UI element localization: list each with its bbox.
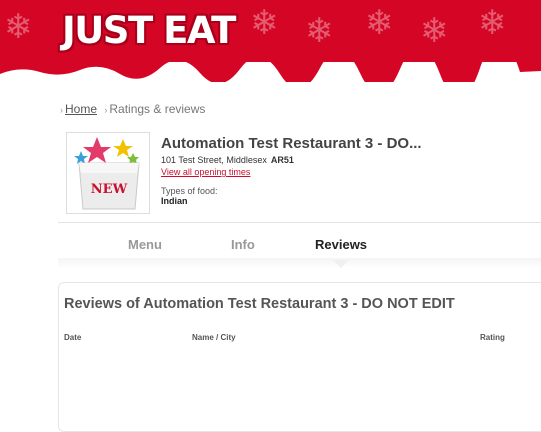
- active-tab-pointer: [333, 260, 349, 268]
- restaurant-address: 101 Test Street, Middlesex AR51: [161, 155, 294, 165]
- column-header-name-city: Name / City: [192, 333, 236, 342]
- tab-info[interactable]: Info: [231, 237, 255, 252]
- breadcrumb-current: Ratings & reviews: [109, 102, 206, 116]
- snowflake-icon: ❄: [478, 4, 507, 42]
- column-header-rating: Rating: [480, 333, 505, 342]
- site-header: ❄ ❄ ❄ ❄ ❄ ❄ JUST EAT: [0, 0, 541, 82]
- tab-menu[interactable]: Menu: [128, 237, 162, 252]
- tab-reviews[interactable]: Reviews: [315, 237, 367, 252]
- new-bag-icon: NEW: [74, 137, 140, 210]
- restaurant-name: Automation Test Restaurant 3 - DO...: [161, 135, 422, 152]
- logo-text: JUST EAT: [62, 8, 236, 52]
- snowflake-icon: ❄: [305, 12, 334, 50]
- breadcrumb-home-link[interactable]: Home: [65, 102, 97, 116]
- breadcrumb: › Home › Ratings & reviews: [60, 102, 205, 116]
- restaurant-image: NEW: [66, 132, 150, 214]
- snowflake-icon: ❄: [250, 4, 279, 42]
- breadcrumb-separator-icon: ›: [60, 105, 63, 115]
- snowflake-icon: ❄: [420, 12, 449, 50]
- postcode: AR51: [270, 155, 294, 165]
- tab-bar: Menu Info Reviews: [58, 222, 541, 268]
- food-types-label: Types of food:: [161, 186, 218, 196]
- opening-times-link[interactable]: View all opening times: [161, 167, 250, 177]
- snow-drift: [0, 62, 541, 82]
- food-types-value: Indian: [161, 196, 188, 206]
- snowflake-icon: ❄: [4, 8, 33, 46]
- breadcrumb-separator-icon: ›: [104, 105, 108, 115]
- column-header-date: Date: [64, 333, 82, 342]
- just-eat-logo[interactable]: JUST EAT: [62, 8, 236, 52]
- address-text: 101 Test Street, Middlesex: [161, 155, 267, 165]
- new-badge-text: NEW: [91, 182, 128, 197]
- reviews-title: Reviews of Automation Test Restaurant 3 …: [64, 296, 455, 312]
- snowflake-icon: ❄: [365, 4, 394, 42]
